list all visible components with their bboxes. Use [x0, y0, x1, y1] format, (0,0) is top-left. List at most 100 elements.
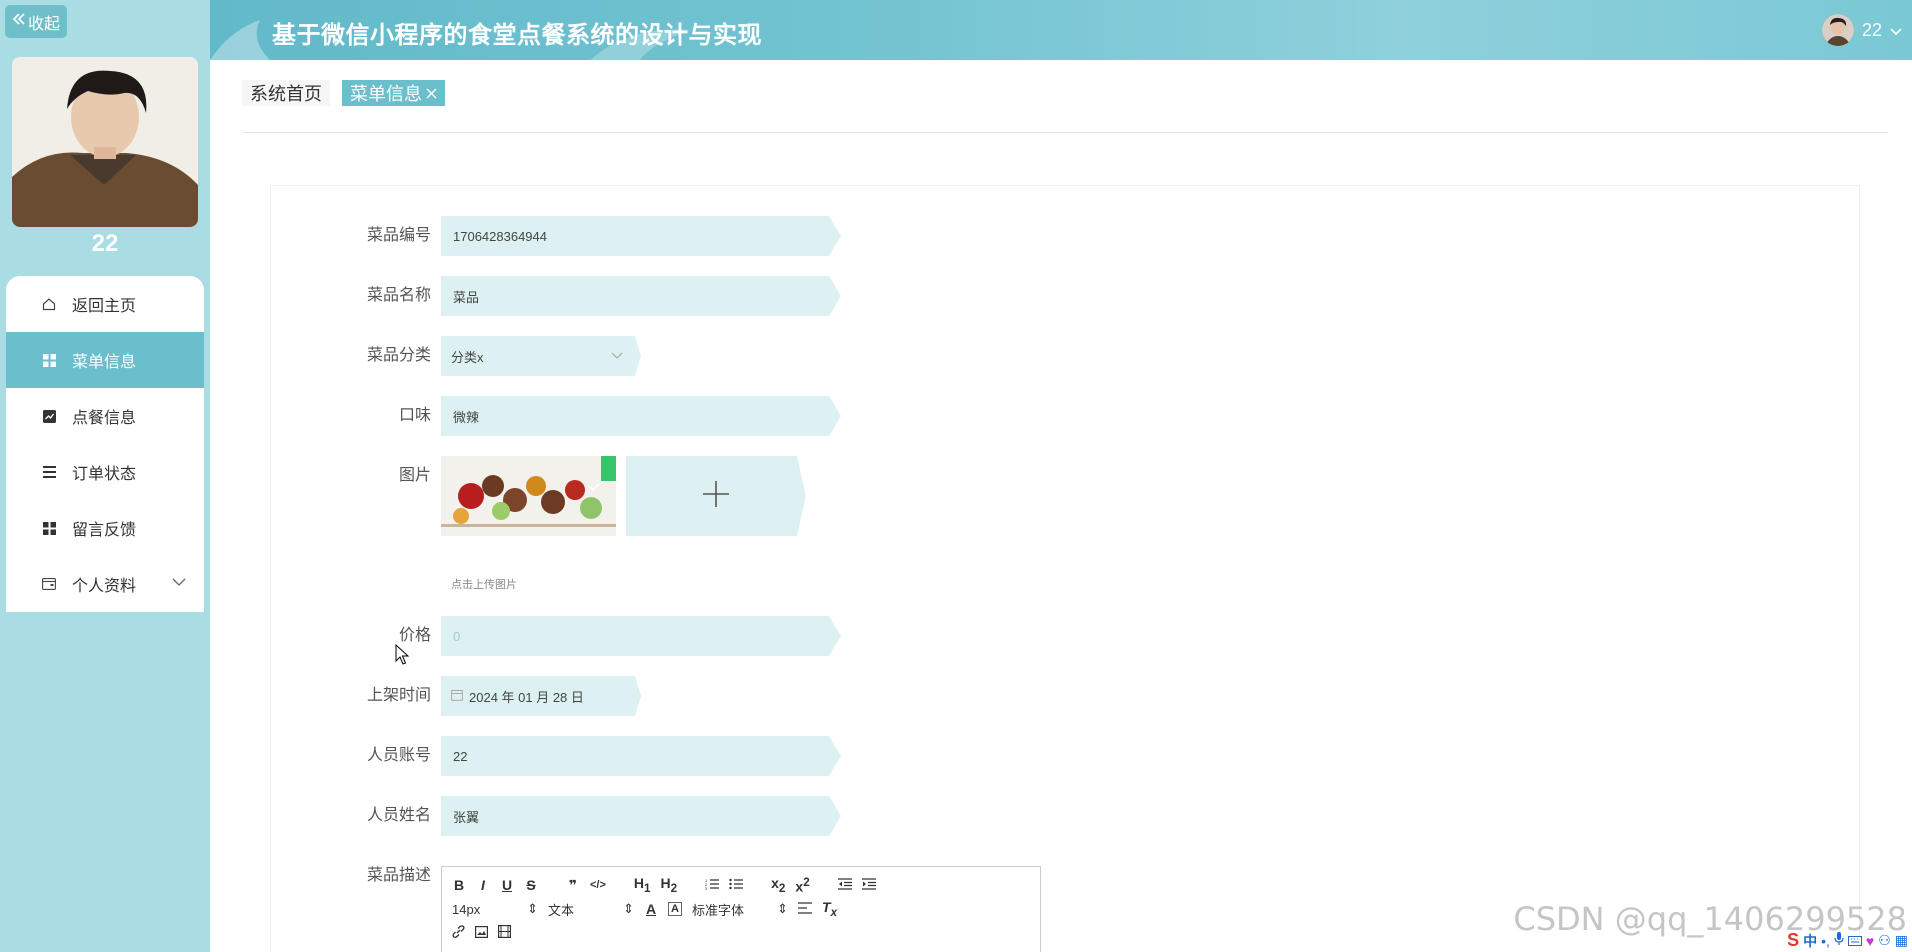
sidebar-menu: 返回主页 菜单信息 点餐信息 订单状态 留言反馈 个人资料 — [6, 276, 204, 612]
form-row-staff-name: 人员姓名 张翼 — [271, 796, 841, 836]
strike-button[interactable]: S — [524, 877, 538, 893]
collapse-label: 收起 — [27, 15, 60, 33]
link-icon[interactable] — [452, 925, 465, 941]
taste-field[interactable]: 微辣 — [441, 396, 841, 436]
tab-menu-info[interactable]: 菜单信息 — [342, 80, 445, 106]
align-icon[interactable] — [798, 901, 812, 917]
staff-name-field[interactable]: 张翼 — [441, 796, 841, 836]
form-row-price: 价格 0 — [271, 616, 841, 656]
background-color-button[interactable]: A — [668, 902, 682, 916]
italic-button[interactable]: I — [476, 877, 490, 893]
header-avatar — [1821, 14, 1854, 46]
sidebar-item-order-info[interactable]: 点餐信息 — [6, 388, 204, 444]
plus-icon — [701, 479, 731, 514]
avatar[interactable] — [12, 57, 198, 227]
upload-add-button[interactable] — [626, 456, 806, 536]
svg-text:3: 3 — [705, 886, 708, 890]
form-label: 菜品描述 — [366, 867, 431, 884]
subscript-button[interactable]: x2 — [771, 875, 785, 895]
collapse-button[interactable]: 收起 — [5, 5, 67, 38]
outdent-icon[interactable] — [837, 877, 852, 893]
heading1-button[interactable]: H1 — [634, 875, 651, 895]
keyboard-icon[interactable] — [1847, 933, 1862, 949]
blockquote-icon[interactable]: ❞ — [566, 877, 580, 894]
uploaded-image-thumbnail[interactable] — [441, 456, 616, 536]
video-icon[interactable] — [498, 925, 512, 941]
editor-toolbar: B I U S ❞ </> H1 H2 123 x2 x2 14px ⇕ 文本 … — [442, 867, 1040, 951]
calendar-icon — [451, 689, 463, 704]
date-picker[interactable]: 2024 年 01 月 28 日 — [441, 676, 641, 716]
system-tray: S 中 •, ♥ ⚇ ▦ — [1787, 930, 1908, 951]
indent-icon[interactable] — [861, 877, 876, 893]
form-label: 菜品名称 — [366, 287, 431, 304]
form-row-name: 菜品名称 菜品 — [271, 276, 841, 316]
form-label: 人员账号 — [366, 747, 431, 764]
ordered-list-icon[interactable]: 123 — [705, 878, 720, 893]
font-family-select[interactable]: 标准字体 ⇕ — [692, 900, 788, 919]
sidebar-item-menu-info[interactable]: 菜单信息 — [6, 332, 204, 388]
skin-icon[interactable]: ♥ — [1866, 933, 1874, 949]
heading2-button[interactable]: H2 — [661, 875, 678, 895]
name-field[interactable]: 菜品 — [441, 276, 841, 316]
mouse-cursor-icon — [395, 643, 411, 671]
sidebar: 收起 22 返回主页 菜单信息 点餐信息 订单状态 留言反馈 个人资料 — [0, 0, 210, 952]
sidebar-item-label: 订单状态 — [72, 466, 137, 483]
form-label: 价格 — [398, 627, 431, 644]
sogou-icon[interactable]: S — [1787, 930, 1799, 951]
rich-text-editor[interactable]: B I U S ❞ </> H1 H2 123 x2 x2 14px ⇕ 文本 … — [441, 866, 1041, 952]
list-icon — [38, 466, 60, 478]
sidebar-username: 22 — [91, 230, 119, 257]
punctuation-icon[interactable]: •, — [1821, 933, 1830, 949]
double-chevron-left-icon — [12, 12, 26, 31]
tab-label: 菜单信息 — [350, 84, 422, 104]
chinese-input-icon[interactable]: 中 — [1803, 931, 1817, 951]
microphone-icon[interactable] — [1834, 932, 1844, 949]
sort-icon: ⇕ — [527, 901, 538, 916]
price-field[interactable]: 0 — [441, 616, 841, 656]
sidebar-item-home[interactable]: 返回主页 — [6, 276, 204, 332]
toolbox-icon[interactable]: ⚇ — [1878, 932, 1891, 949]
bold-button[interactable]: B — [452, 877, 466, 893]
account-field[interactable]: 22 — [441, 736, 841, 776]
category-select[interactable]: 分类x — [441, 336, 641, 376]
grid-icon[interactable]: ▦ — [1895, 932, 1908, 949]
bullet-list-icon[interactable] — [729, 878, 744, 893]
font-size-select[interactable]: 14px ⇕ — [452, 901, 538, 917]
clear-format-button[interactable]: Tx — [822, 899, 837, 919]
paragraph-select[interactable]: 文本 ⇕ — [548, 900, 634, 919]
sidebar-item-order-status[interactable]: 订单状态 — [6, 444, 204, 500]
sidebar-item-label: 个人资料 — [72, 578, 137, 595]
wallet-icon — [38, 578, 60, 590]
sort-icon: ⇕ — [777, 901, 788, 916]
superscript-button[interactable]: x2 — [795, 876, 809, 895]
sidebar-item-label: 留言反馈 — [72, 522, 137, 539]
chevron-down-icon[interactable] — [172, 574, 186, 592]
sidebar-item-label: 菜单信息 — [72, 354, 137, 371]
divider — [242, 132, 1888, 133]
header-username: 22 — [1861, 19, 1882, 40]
chevron-down-icon — [1890, 20, 1902, 41]
home-icon — [38, 297, 60, 311]
sidebar-item-feedback[interactable]: 留言反馈 — [6, 500, 204, 556]
form-label: 图片 — [398, 467, 431, 484]
form-card: 菜品编号 1706428364944 菜品名称 菜品 菜品分类 分类x 口味 微… — [270, 185, 1860, 952]
image-icon[interactable] — [475, 925, 489, 941]
form-label: 口味 — [398, 407, 431, 424]
form-row-shelf-time: 上架时间 2024 年 01 月 28 日 — [271, 676, 641, 716]
header-user-menu[interactable]: 22 — [1821, 14, 1902, 46]
code-field[interactable]: 1706428364944 — [441, 216, 841, 256]
form-row-taste: 口味 微辣 — [271, 396, 841, 436]
form-label: 菜品分类 — [366, 347, 431, 364]
font-color-button[interactable]: A — [644, 901, 658, 917]
page-title: 基于微信小程序的食堂点餐系统的设计与实现 — [272, 22, 762, 49]
tab-bar: 系统首页 菜单信息 — [242, 80, 445, 106]
close-icon[interactable] — [426, 83, 437, 104]
sidebar-item-label: 点餐信息 — [72, 410, 137, 427]
form-row-image: 图片 — [271, 456, 806, 536]
tab-home[interactable]: 系统首页 — [242, 80, 330, 106]
form-label: 菜品编号 — [366, 227, 431, 244]
sort-icon: ⇕ — [623, 901, 634, 916]
underline-button[interactable]: U — [500, 877, 514, 893]
code-icon[interactable]: </> — [590, 879, 606, 891]
sidebar-item-profile[interactable]: 个人资料 — [6, 556, 204, 612]
